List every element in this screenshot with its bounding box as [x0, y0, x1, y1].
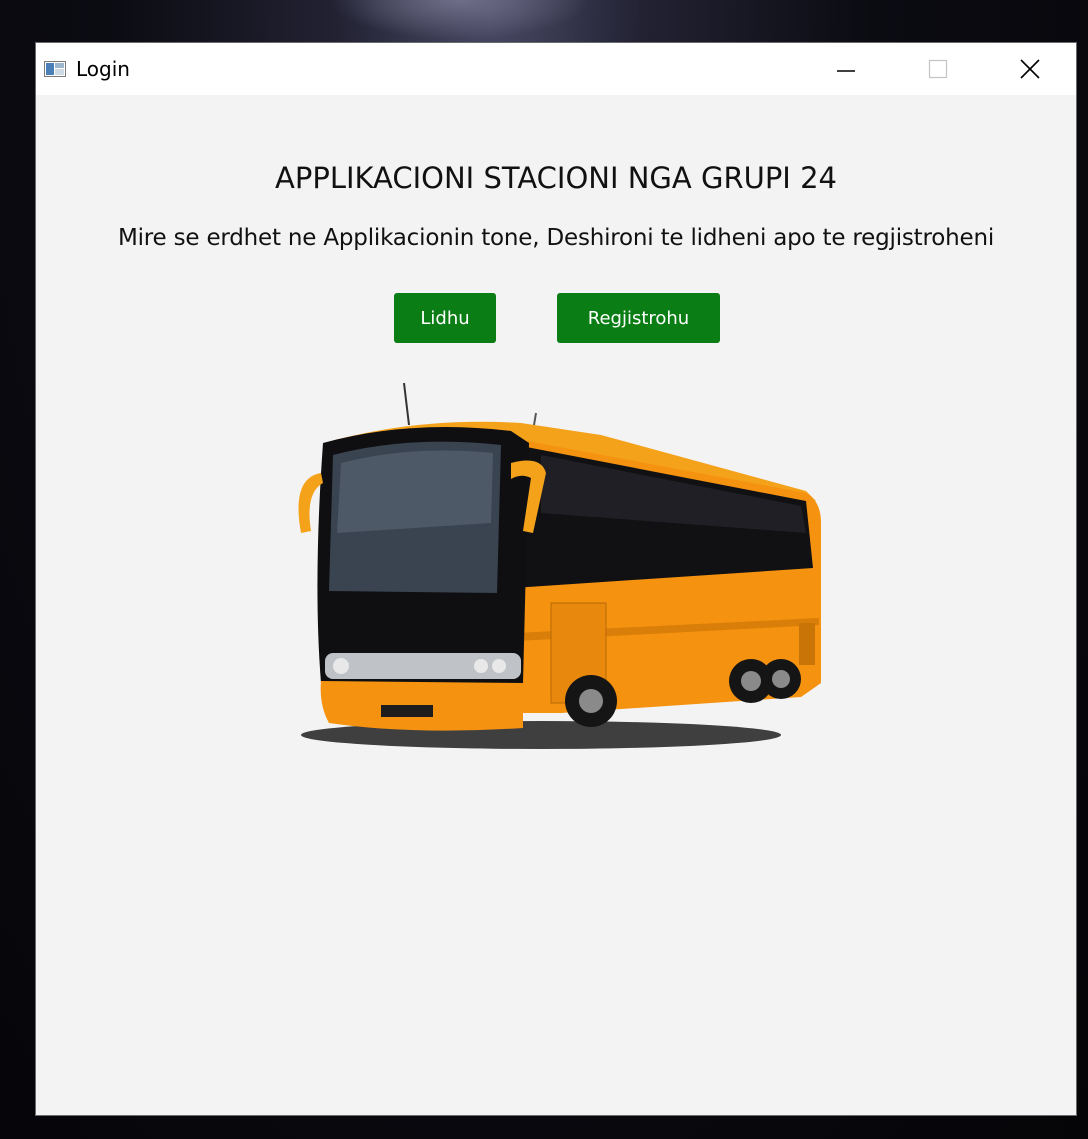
page-title: APPLIKACIONI STACIONI NGA GRUPI 24	[275, 161, 837, 195]
app-window-icon	[44, 61, 66, 77]
close-button[interactable]	[984, 43, 1076, 95]
close-icon	[1020, 59, 1040, 79]
login-button[interactable]: Lidhu	[394, 293, 496, 343]
bus-image	[298, 383, 821, 749]
window-title: Login	[76, 57, 130, 81]
minimize-button[interactable]	[800, 43, 892, 95]
desktop-background	[330, 0, 590, 40]
minimize-icon	[837, 70, 855, 72]
maximize-button	[892, 43, 984, 95]
welcome-message: Mire se erdhet ne Applikacionin tone, De…	[117, 225, 995, 251]
title-bar[interactable]: Login	[36, 43, 1076, 95]
login-content: APPLIKACIONI STACIONI NGA GRUPI 24 Mire …	[36, 95, 1076, 1115]
register-button[interactable]: Regjistrohu	[557, 293, 720, 343]
window-controls	[800, 43, 1076, 95]
maximize-icon	[928, 59, 948, 79]
login-window: Login APPLIKACIONI STACIONI NGA GRUPI 24…	[35, 42, 1077, 1116]
